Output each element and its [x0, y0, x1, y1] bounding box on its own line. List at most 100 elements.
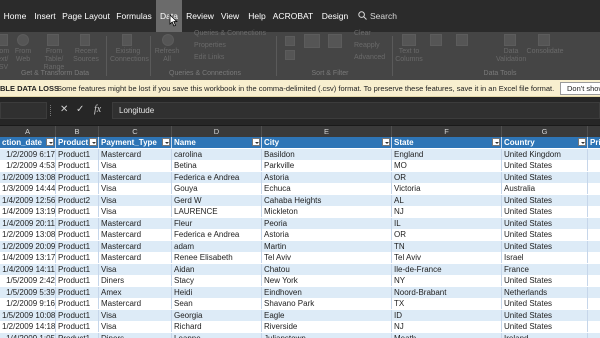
table-cell[interactable]: Product1: [56, 229, 99, 240]
table-cell[interactable]: United States: [502, 171, 588, 183]
dont-show-again-button[interactable]: Don't show: [560, 82, 600, 95]
table-cell[interactable]: [588, 298, 600, 309]
table-cell[interactable]: United Kingdom: [502, 148, 588, 160]
text-to-columns-button[interactable]: Text to Columns: [394, 48, 424, 64]
table-cell[interactable]: 1/5/2009 10:08: [0, 309, 56, 321]
table-cell[interactable]: 1/4/2009 14:11: [0, 263, 56, 275]
table-cell[interactable]: TX: [392, 298, 502, 309]
table-cell[interactable]: Chatou: [262, 263, 392, 275]
queries-connections-button[interactable]: Queries & Connections: [194, 30, 274, 38]
table-cell[interactable]: Gouya: [172, 183, 262, 194]
table-cell[interactable]: Echuca: [262, 183, 392, 194]
table-cell[interactable]: Mastercard: [99, 298, 172, 309]
column-header-d[interactable]: D: [172, 126, 262, 137]
table-cell[interactable]: [588, 206, 600, 217]
table-header-cell[interactable]: Name: [172, 137, 262, 148]
table-cell[interactable]: Mastercard: [99, 240, 172, 252]
table-cell[interactable]: United States: [502, 240, 588, 252]
table-cell[interactable]: Visa: [99, 321, 172, 332]
table-cell[interactable]: United States: [502, 229, 588, 240]
table-cell[interactable]: Aidan: [172, 263, 262, 275]
table-cell[interactable]: ID: [392, 309, 502, 321]
table-cell[interactable]: MO: [392, 160, 502, 171]
table-cell[interactable]: NJ: [392, 206, 502, 217]
refresh-all-button[interactable]: Refresh All: [152, 48, 182, 64]
table-cell[interactable]: Product1: [56, 309, 99, 321]
table-cell[interactable]: OR: [392, 171, 502, 183]
search-box[interactable]: Search: [356, 6, 476, 26]
table-cell[interactable]: Meath: [392, 332, 502, 338]
table-cell[interactable]: 1/2/2009 14:18: [0, 321, 56, 332]
table-cell[interactable]: United States: [502, 309, 588, 321]
table-cell[interactable]: LAURENCE: [172, 206, 262, 217]
table-cell[interactable]: New York: [262, 275, 392, 286]
table-cell[interactable]: AL: [392, 194, 502, 206]
tab-design[interactable]: Design: [318, 0, 352, 32]
table-cell[interactable]: Ile-de-France: [392, 263, 502, 275]
table-cell[interactable]: Betina: [172, 160, 262, 171]
table-cell[interactable]: [588, 286, 600, 298]
table-cell[interactable]: Mastercard: [99, 217, 172, 229]
filter-dropdown-icon[interactable]: [578, 138, 586, 146]
tab-review[interactable]: Review: [184, 0, 216, 32]
tab-page-layout[interactable]: Page Layout: [61, 0, 111, 32]
table-cell[interactable]: Federica e Andrea: [172, 229, 262, 240]
table-cell[interactable]: Visa: [99, 263, 172, 275]
table-cell[interactable]: Product1: [56, 321, 99, 332]
table-header-cell[interactable]: Country: [502, 137, 588, 148]
table-cell[interactable]: OR: [392, 229, 502, 240]
table-cell[interactable]: Diners: [99, 275, 172, 286]
table-cell[interactable]: Australia: [502, 183, 588, 194]
table-cell[interactable]: Product1: [56, 160, 99, 171]
table-cell[interactable]: Eagle: [262, 309, 392, 321]
table-cell[interactable]: Product1: [56, 263, 99, 275]
tab-acrobat[interactable]: ACROBAT: [272, 0, 314, 32]
cancel-icon[interactable]: ✕: [60, 103, 68, 117]
reapply-button[interactable]: Reapply: [354, 42, 394, 50]
table-cell[interactable]: Shavano Park: [262, 298, 392, 309]
edit-links-button[interactable]: Edit Links: [194, 54, 254, 62]
table-cell[interactable]: Georgia: [172, 309, 262, 321]
existing-connections-button[interactable]: Existing Connections: [110, 48, 149, 64]
table-cell[interactable]: Victoria: [392, 183, 502, 194]
table-cell[interactable]: Product1: [56, 217, 99, 229]
filter-dropdown-icon[interactable]: [162, 138, 170, 146]
table-cell[interactable]: Visa: [99, 160, 172, 171]
table-cell[interactable]: Fleur: [172, 217, 262, 229]
table-cell[interactable]: [588, 309, 600, 321]
table-cell[interactable]: United States: [502, 194, 588, 206]
table-cell[interactable]: Noord-Brabant: [392, 286, 502, 298]
table-cell[interactable]: United States: [502, 321, 588, 332]
table-cell[interactable]: Product1: [56, 286, 99, 298]
table-cell[interactable]: [588, 229, 600, 240]
table-cell[interactable]: United States: [502, 298, 588, 309]
table-cell[interactable]: Martin: [262, 240, 392, 252]
table-cell[interactable]: Product1: [56, 171, 99, 183]
table-cell[interactable]: Riverside: [262, 321, 392, 332]
table-cell[interactable]: [588, 263, 600, 275]
tab-home[interactable]: Home: [0, 0, 30, 32]
table-cell[interactable]: 1/5/2009 2:42: [0, 275, 56, 286]
table-cell[interactable]: 1/5/2009 5:39: [0, 286, 56, 298]
table-cell[interactable]: 1/2/2009 9:16: [0, 298, 56, 309]
table-cell[interactable]: TN: [392, 240, 502, 252]
filter-dropdown-icon[interactable]: [252, 138, 260, 146]
table-cell[interactable]: IL: [392, 217, 502, 229]
table-cell[interactable]: Stacy: [172, 275, 262, 286]
column-header-b[interactable]: B: [56, 126, 99, 137]
table-cell[interactable]: 1/4/2009 13:17: [0, 252, 56, 263]
table-cell[interactable]: [588, 194, 600, 206]
filter-dropdown-icon[interactable]: [492, 138, 500, 146]
table-cell[interactable]: Richard: [172, 321, 262, 332]
table-cell[interactable]: 1/4/2009 13:19: [0, 206, 56, 217]
table-cell[interactable]: Visa: [99, 194, 172, 206]
filter-dropdown-icon[interactable]: [89, 138, 97, 146]
consolidate-button[interactable]: Consolidate: [520, 48, 570, 56]
table-cell[interactable]: [588, 171, 600, 183]
table-header-cell[interactable]: ction_date: [0, 137, 56, 148]
table-header-cell[interactable]: Product: [56, 137, 99, 148]
table-cell[interactable]: Peoria: [262, 217, 392, 229]
table-cell[interactable]: NJ: [392, 321, 502, 332]
table-cell[interactable]: 1/2/2009 13:08: [0, 229, 56, 240]
table-header-cell[interactable]: Pri: [588, 137, 600, 148]
